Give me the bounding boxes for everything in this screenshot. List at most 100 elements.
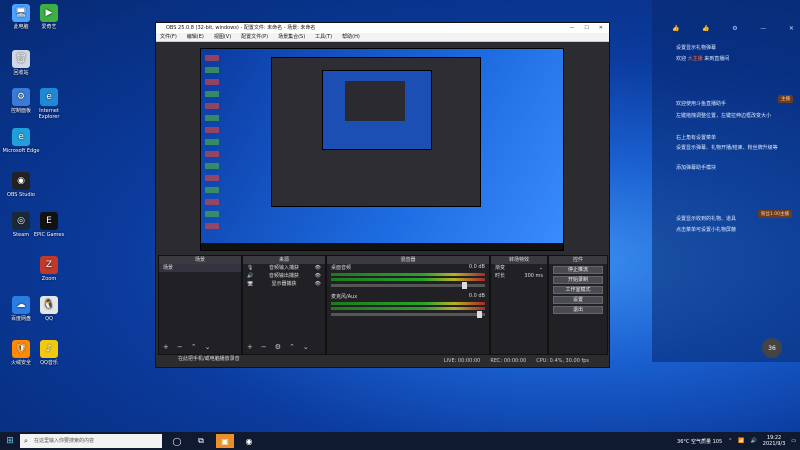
menu-profile[interactable]: 配置文件(P) bbox=[241, 33, 268, 41]
network-icon[interactable]: 📶 bbox=[738, 438, 744, 444]
controls-title: 控件 bbox=[549, 256, 607, 264]
gear-icon[interactable]: ⚙ bbox=[275, 343, 281, 351]
obs-window: OBS 25.0.8 (32-bit, windows) - 配置文件: 未命名… bbox=[155, 22, 610, 368]
transitions-panel: 转场特效 渐变 ⌄ 时长 300 ms bbox=[490, 255, 548, 355]
gear-icon: ⚙ bbox=[12, 88, 30, 106]
eye-icon[interactable]: 👁 bbox=[315, 281, 321, 287]
desktop-icon-zoom[interactable]: Z Zoom bbox=[30, 256, 68, 282]
menu-help[interactable]: 帮助(H) bbox=[342, 33, 360, 41]
steam-icon: ◎ bbox=[12, 212, 30, 230]
volume-slider[interactable] bbox=[331, 311, 485, 318]
edge-icon: e bbox=[12, 128, 30, 146]
windows-icon: ⊞ bbox=[6, 436, 14, 446]
volume-knob[interactable] bbox=[461, 282, 467, 289]
desktop-icon-iqiyi[interactable]: ▶ 爱奇艺 bbox=[30, 4, 68, 30]
mixer-track: 桌面音频 0.0 dB bbox=[331, 264, 485, 271]
chat-message-welcome: 欢迎 大主播 来到直播间 bbox=[676, 56, 730, 62]
scenes-toolbar: + − ⌃ ⌄ bbox=[163, 343, 211, 351]
remove-icon[interactable]: − bbox=[261, 343, 267, 351]
minimize-icon[interactable]: — bbox=[760, 25, 766, 32]
taskbar-search[interactable]: ⌕ 在这里输入你要搜索的内容 bbox=[20, 434, 162, 448]
preview-taskbar bbox=[201, 243, 563, 250]
monitor-icon: 🖥 bbox=[247, 281, 254, 287]
desktop-icon-qq[interactable]: 🐧 QQ bbox=[30, 296, 68, 322]
obs-preview[interactable] bbox=[200, 48, 564, 251]
scene-item[interactable]: 场景 bbox=[159, 264, 241, 272]
music-icon: ♪ bbox=[40, 340, 58, 358]
preview-nested-window bbox=[271, 57, 481, 207]
live-status: LIVE: 00:00:00 bbox=[443, 358, 481, 364]
studio-mode-button[interactable]: 工作室模式 bbox=[553, 286, 603, 294]
settings-icon[interactable]: ⚙ bbox=[732, 25, 737, 32]
chat-user-highlight: 大主播 bbox=[687, 56, 703, 62]
task-view-icon[interactable]: ◯ bbox=[168, 434, 186, 448]
source-item[interactable]: 🎙 音频输入捕获 👁 bbox=[243, 264, 325, 272]
audio-meter bbox=[331, 273, 485, 276]
shield-icon: 🛡 bbox=[12, 340, 30, 358]
settings-button[interactable]: 设置 bbox=[553, 296, 603, 304]
clock[interactable]: 19:22 2021/9/3 bbox=[763, 435, 785, 447]
down-icon[interactable]: ⌄ bbox=[303, 343, 309, 351]
desktop-icon-qqmusic[interactable]: ♪ QQ音乐 bbox=[30, 340, 68, 366]
volume-slider[interactable] bbox=[331, 282, 485, 289]
desktop-icon-ie[interactable]: e Internet Explorer bbox=[30, 88, 68, 120]
sources-title: 来源 bbox=[243, 256, 325, 264]
desktop-icon-edge[interactable]: e Microsoft Edge bbox=[2, 128, 40, 154]
notification-icon[interactable]: ▭ bbox=[791, 438, 796, 444]
window-controls: — ☐ ✕ bbox=[569, 23, 609, 33]
menu-file[interactable]: 文件(F) bbox=[160, 33, 177, 41]
source-item[interactable]: 🔊 音频输出捕获 👁 bbox=[243, 272, 325, 280]
weather-text[interactable]: 36°C 空气质量 105 bbox=[677, 438, 722, 445]
add-icon[interactable]: + bbox=[163, 343, 169, 351]
app-taskbar-icon[interactable]: ▣ bbox=[216, 434, 234, 448]
down-icon[interactable]: ⌄ bbox=[205, 343, 211, 351]
like-icon[interactable]: 👍 bbox=[672, 25, 679, 32]
ie-icon: e bbox=[40, 88, 58, 106]
desktop-icon-obs[interactable]: ◉ OBS Studio bbox=[2, 172, 40, 198]
remove-icon[interactable]: − bbox=[177, 343, 183, 351]
maximize-button[interactable]: ☐ bbox=[584, 23, 588, 33]
source-item[interactable]: 🖥 显示器捕获 👁 bbox=[243, 280, 325, 288]
chat-top-icons: 👍 👍 ⚙ — ✕ bbox=[672, 25, 794, 32]
exit-button[interactable]: 退出 bbox=[553, 306, 603, 314]
epic-icon: E bbox=[40, 212, 58, 230]
menu-view[interactable]: 视图(V) bbox=[214, 33, 231, 41]
preview-desktop-icons bbox=[205, 55, 219, 235]
up-icon[interactable]: ⌃ bbox=[289, 343, 295, 351]
menu-edit[interactable]: 编辑(E) bbox=[187, 33, 204, 41]
menu-tools[interactable]: 工具(T) bbox=[315, 33, 332, 41]
audio-meter bbox=[331, 302, 485, 305]
system-tray: 36°C 空气质量 105 ⌃ 📶 🔊 19:22 2021/9/3 ▭ bbox=[677, 432, 796, 450]
cpu-status: CPU: 0.4%, 30.00 fps bbox=[536, 358, 589, 364]
chat-footer-msg-1: 设置显示收到的礼物、道具 bbox=[676, 216, 737, 222]
cloud-icon: ☁ bbox=[12, 296, 30, 314]
stop-stream-button[interactable]: 停止推流 bbox=[553, 266, 603, 274]
transition-select[interactable]: 渐变 ⌄ bbox=[491, 264, 547, 272]
task-view-button-icon[interactable]: ⧉ bbox=[192, 434, 210, 448]
preview-nested-window-3 bbox=[345, 81, 405, 121]
transitions-title: 转场特效 bbox=[491, 256, 547, 264]
mixer-title: 混音器 bbox=[327, 256, 489, 264]
menu-scene-collection[interactable]: 场景集合(S) bbox=[278, 33, 305, 41]
transition-duration[interactable]: 时长 300 ms bbox=[491, 272, 547, 280]
speaker-icon: 🔊 bbox=[247, 273, 254, 279]
start-button[interactable]: ⊞ bbox=[0, 432, 20, 450]
obs-taskbar-icon[interactable]: ◉ bbox=[240, 434, 258, 448]
desktop-icon-recycle[interactable]: 🗑 回收站 bbox=[2, 50, 40, 76]
add-icon[interactable]: + bbox=[247, 343, 253, 351]
zoom-icon: Z bbox=[40, 256, 58, 274]
chevron-up-icon[interactable]: ⌃ bbox=[728, 438, 732, 444]
up-icon[interactable]: ⌃ bbox=[191, 343, 197, 351]
close-button[interactable]: ✕ bbox=[599, 23, 603, 33]
desktop-icon-epic[interactable]: E EPIC Games bbox=[30, 212, 68, 238]
chat-message-5: 添加弹幕助手模块 bbox=[676, 165, 717, 171]
minimize-button[interactable]: — bbox=[569, 23, 574, 33]
eye-icon[interactable]: 👁 bbox=[315, 273, 321, 279]
eye-icon[interactable]: 👁 bbox=[315, 265, 321, 271]
obs-titlebar[interactable]: OBS 25.0.8 (32-bit, windows) - 配置文件: 未命名… bbox=[156, 23, 609, 33]
thumb-icon[interactable]: 👍 bbox=[702, 25, 709, 32]
volume-knob[interactable] bbox=[477, 311, 483, 318]
volume-icon[interactable]: 🔊 bbox=[751, 438, 757, 444]
close-icon[interactable]: ✕ bbox=[789, 25, 794, 32]
start-recording-button[interactable]: 开始录制 bbox=[553, 276, 603, 284]
